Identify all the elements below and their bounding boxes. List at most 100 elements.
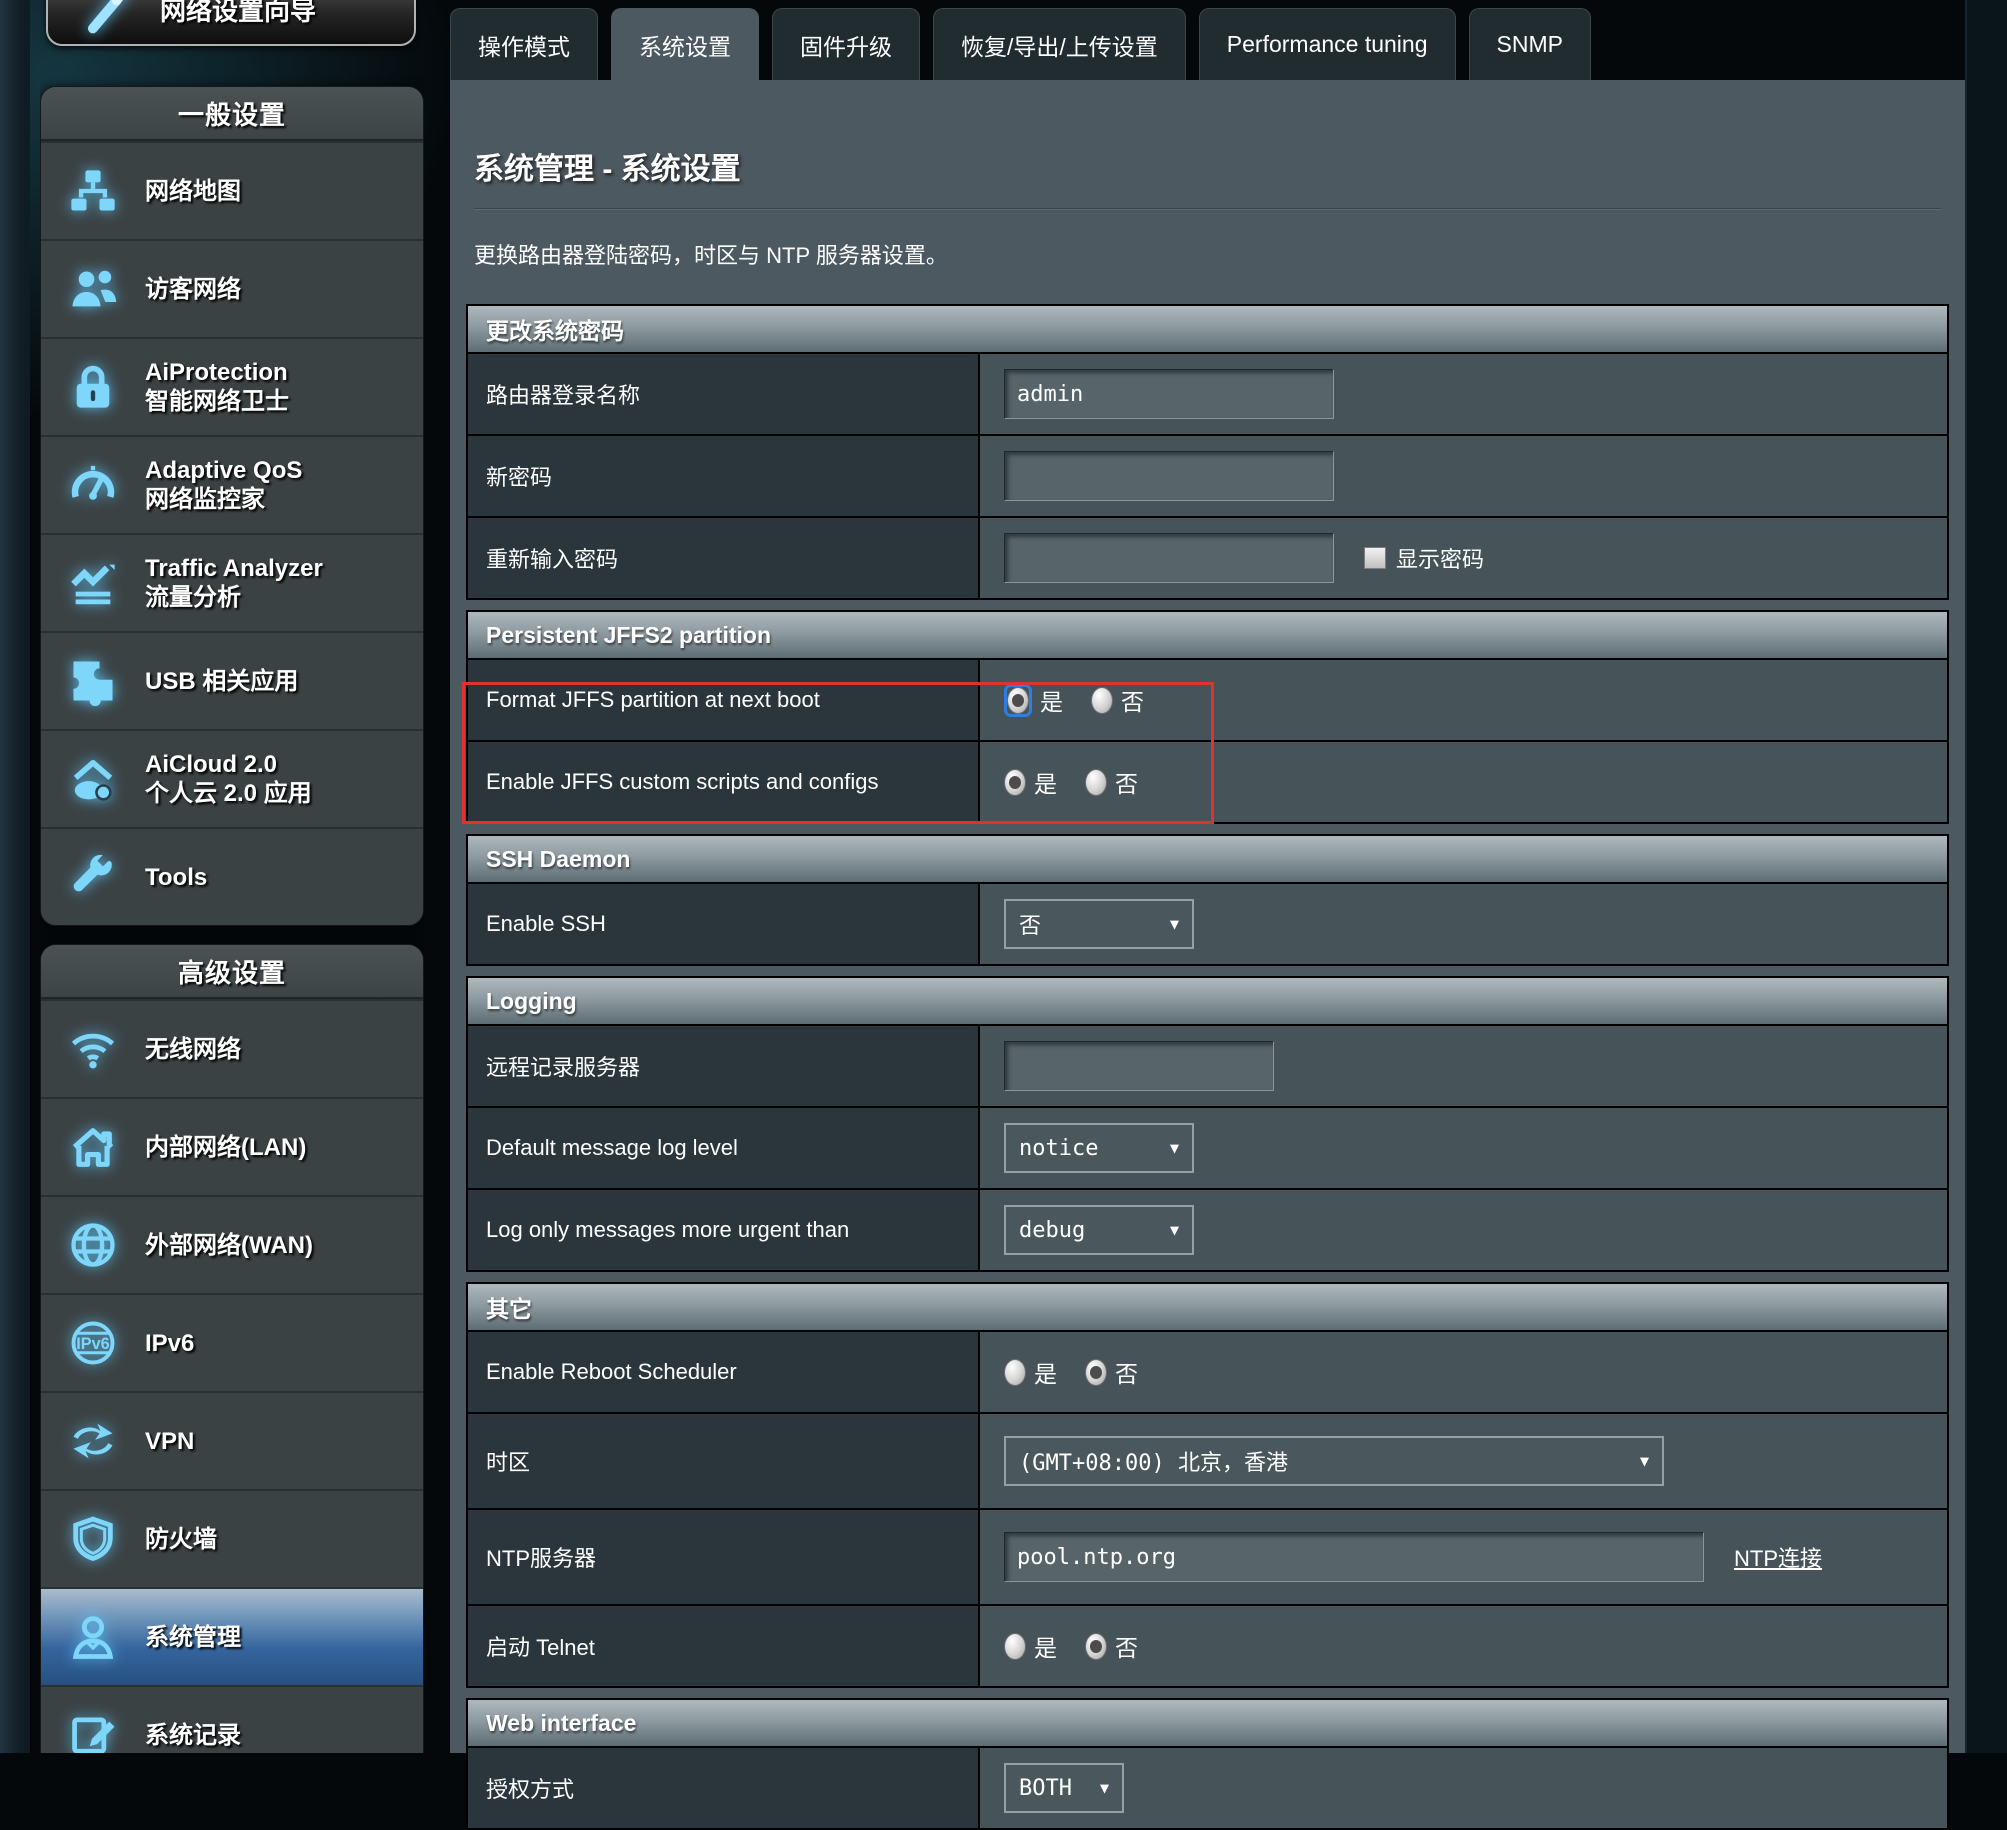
tab-firmware-upgrade[interactable]: 固件升级: [772, 8, 920, 80]
login-name-input[interactable]: [1004, 369, 1334, 419]
tab-snmp[interactable]: SNMP: [1469, 8, 1591, 80]
row-default-log-level: Default message log level notice ▼: [468, 1106, 1947, 1188]
timezone-select[interactable]: (GMT+08:00) 北京，香港 ▼: [1004, 1436, 1664, 1486]
row-telnet: 启动 Telnet 是 否: [468, 1604, 1947, 1686]
ipv6-globe-icon: IPv6: [41, 1317, 145, 1369]
advanced-settings-panel: 高级设置 无线网络 内部网络(LAN) 外部网络(WAN) IPv6 IPv6: [40, 944, 424, 1753]
wifi-icon: [41, 1023, 145, 1075]
sidebar-item-administration[interactable]: 系统管理: [41, 1587, 423, 1685]
guest-network-icon: [41, 263, 145, 315]
auth-method-select[interactable]: BOTH ▼: [1004, 1763, 1124, 1813]
default-log-level-select[interactable]: notice ▼: [1004, 1123, 1194, 1173]
tab-restore-save-upload[interactable]: 恢复/导出/上传设置: [933, 8, 1186, 80]
svg-text:IPv6: IPv6: [76, 1335, 109, 1353]
sidebar-item-traffic-analyzer[interactable]: Traffic Analyzer流量分析: [41, 533, 423, 631]
row-login-name: 路由器登录名称: [468, 352, 1947, 434]
sidebar-item-ipv6[interactable]: IPv6 IPv6: [41, 1293, 423, 1391]
row-log-urgency: Log only messages more urgent than debug…: [468, 1188, 1947, 1270]
puzzle-icon: [41, 655, 145, 707]
sidebar-item-aicloud[interactable]: AiCloud 2.0个人云 2.0 应用: [41, 729, 423, 827]
row-ntp-server: NTP服务器 NTP连接: [468, 1508, 1947, 1604]
focus-ring: [1004, 684, 1032, 717]
gauge-icon: [41, 459, 145, 511]
page-left-edge: [0, 0, 30, 1753]
section-header-logging: Logging: [468, 978, 1947, 1024]
enable-ssh-select[interactable]: 否 ▼: [1004, 899, 1194, 949]
jffs-scripts-yes-radio[interactable]: [1004, 769, 1026, 796]
quick-setup-wizard-button[interactable]: 网络设置向导: [46, 0, 416, 46]
row-remote-log-server: 远程记录服务器: [468, 1024, 1947, 1106]
sidebar-item-vpn[interactable]: VPN: [41, 1391, 423, 1489]
wizard-label: 网络设置向导: [160, 0, 316, 28]
advanced-settings-header: 高级设置: [41, 945, 423, 999]
new-password-input[interactable]: [1004, 451, 1334, 501]
section-header-jffs2: Persistent JFFS2 partition: [468, 612, 1947, 658]
cloud-home-icon: [41, 753, 145, 805]
chevron-down-icon: ▼: [1640, 1452, 1649, 1470]
row-retype-password: 重新输入密码 显示密码: [468, 516, 1947, 598]
sidebar-item-usb-apps[interactable]: USB 相关应用: [41, 631, 423, 729]
row-new-password: 新密码: [468, 434, 1947, 516]
format-jffs-yes-radio[interactable]: [1007, 687, 1029, 714]
person-icon: [41, 1611, 145, 1663]
sidebar-item-guest-network[interactable]: 访客网络: [41, 239, 423, 337]
telnet-no-radio[interactable]: [1085, 1633, 1107, 1660]
general-settings-panel: 一般设置 网络地图 访客网络 AiProtection智能网络卫士 Adapti…: [40, 86, 424, 926]
sidebar-item-tools[interactable]: Tools: [41, 827, 423, 925]
log-urgency-select[interactable]: debug ▼: [1004, 1205, 1194, 1255]
section-ssh: SSH Daemon Enable SSH 否 ▼: [466, 834, 1949, 966]
section-web-interface: Web interface 授权方式 BOTH ▼: [466, 1698, 1949, 1830]
sidebar-item-firewall[interactable]: 防火墙: [41, 1489, 423, 1587]
section-header-web-interface: Web interface: [468, 1700, 1947, 1746]
sidebar-item-adaptive-qos[interactable]: Adaptive QoS网络监控家: [41, 435, 423, 533]
tab-bar: 操作模式 系统设置 固件升级 恢复/导出/上传设置 Performance tu…: [450, 8, 1591, 80]
globe-icon: [41, 1219, 145, 1271]
row-format-jffs: Format JFFS partition at next boot 是 否: [468, 658, 1947, 740]
reboot-scheduler-no-radio[interactable]: [1085, 1359, 1107, 1386]
tab-operation-mode[interactable]: 操作模式: [450, 8, 598, 80]
show-password-checkbox[interactable]: [1364, 547, 1386, 569]
home-icon: [41, 1121, 145, 1173]
retype-password-input[interactable]: [1004, 533, 1334, 583]
section-header-ssh: SSH Daemon: [468, 836, 1947, 882]
network-map-icon: [41, 165, 145, 217]
sidebar: 网络设置向导 一般设置 网络地图 访客网络 AiProtection智能网络卫士: [40, 0, 424, 1753]
chevron-down-icon: ▼: [1100, 1779, 1109, 1797]
ntp-server-input[interactable]: [1004, 1532, 1704, 1582]
wrench-icon: [41, 851, 145, 903]
row-auth-method: 授权方式 BOTH ▼: [468, 1746, 1947, 1828]
section-header-change-password: 更改系统密码: [468, 306, 1947, 352]
sidebar-item-lan[interactable]: 内部网络(LAN): [41, 1097, 423, 1195]
sidebar-item-aiprotection[interactable]: AiProtection智能网络卫士: [41, 337, 423, 435]
format-jffs-no-radio[interactable]: [1091, 687, 1113, 714]
chevron-down-icon: ▼: [1170, 1221, 1179, 1239]
tab-system-settings[interactable]: 系统设置: [611, 8, 759, 80]
vpn-arrows-icon: [41, 1415, 145, 1467]
row-enable-ssh: Enable SSH 否 ▼: [468, 882, 1947, 964]
lock-icon: [41, 361, 145, 413]
section-jffs2: Persistent JFFS2 partition Format JFFS p…: [466, 610, 1949, 824]
page-right-edge: [1965, 0, 2007, 1753]
remote-log-server-input[interactable]: [1004, 1041, 1274, 1091]
jffs-scripts-no-radio[interactable]: [1085, 769, 1107, 796]
main-content-panel: 系统管理 - 系统设置 更换路由器登陆密码，时区与 NTP 服务器设置。 更改系…: [450, 80, 1965, 1753]
sidebar-item-system-log[interactable]: 系统记录: [41, 1685, 423, 1753]
general-settings-header: 一般设置: [41, 87, 423, 141]
telnet-yes-radio[interactable]: [1004, 1633, 1026, 1660]
show-password-label: 显示密码: [1396, 542, 1484, 574]
page-title: 系统管理 - 系统设置: [474, 144, 1941, 188]
reboot-scheduler-yes-radio[interactable]: [1004, 1359, 1026, 1386]
magic-wand-icon: [82, 0, 134, 35]
chevron-down-icon: ▼: [1170, 915, 1179, 933]
sidebar-item-network-map[interactable]: 网络地图: [41, 141, 423, 239]
section-header-other: 其它: [468, 1284, 1947, 1330]
row-reboot-scheduler: Enable Reboot Scheduler 是 否: [468, 1330, 1947, 1412]
title-divider: [474, 208, 1941, 210]
note-pencil-icon: [41, 1709, 145, 1753]
tab-performance-tuning[interactable]: Performance tuning: [1199, 8, 1456, 80]
sidebar-item-wan[interactable]: 外部网络(WAN): [41, 1195, 423, 1293]
chevron-down-icon: ▼: [1170, 1139, 1179, 1157]
ntp-connect-link[interactable]: NTP连接: [1734, 1541, 1822, 1573]
row-jffs-scripts: Enable JFFS custom scripts and configs 是…: [468, 740, 1947, 822]
sidebar-item-wireless[interactable]: 无线网络: [41, 999, 423, 1097]
